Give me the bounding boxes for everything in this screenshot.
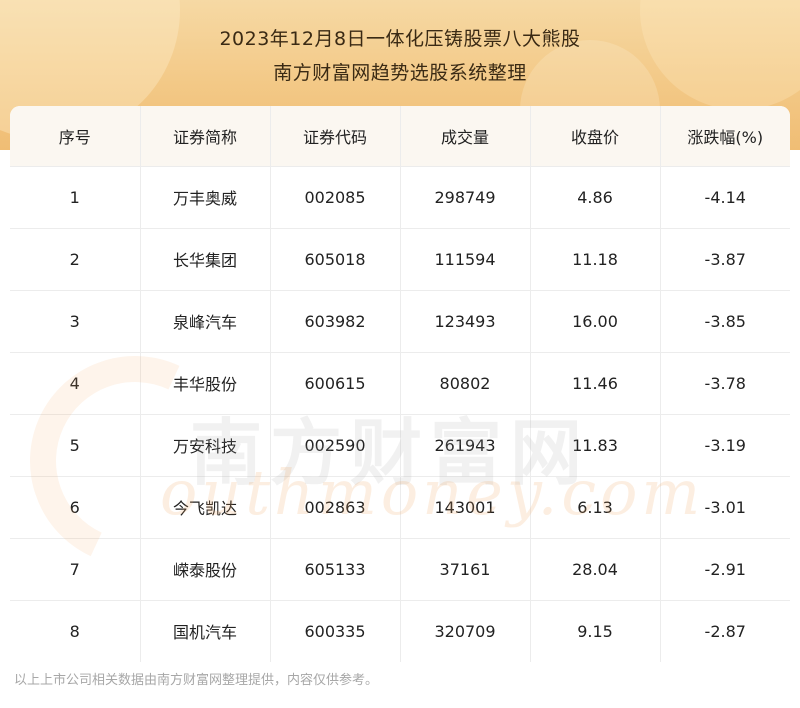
cell-volume: 261943	[400, 414, 531, 477]
page-subtitle: 南方财富网趋势选股系统整理	[273, 62, 527, 84]
cell-volume: 143001	[400, 476, 531, 539]
cell-close: 4.86	[530, 166, 661, 229]
cell-close: 6.13	[530, 476, 661, 539]
cell-index: 4	[10, 352, 141, 415]
cell-volume: 80802	[400, 352, 531, 415]
cell-change: -3.85	[660, 290, 790, 353]
column-header-volume: 成交量	[400, 106, 531, 167]
cell-name: 今飞凯达	[140, 476, 271, 539]
cell-name: 长华集团	[140, 228, 271, 291]
table-row: 3 泉峰汽车 603982 123493 16.00 -3.85	[10, 290, 790, 353]
table-card: 序号 证券简称 证券代码 成交量 收盘价 涨跌幅(%) 1 万丰奥威 00208…	[10, 106, 790, 662]
cell-change: -2.91	[660, 538, 790, 601]
cell-close: 11.83	[530, 414, 661, 477]
column-header-name: 证券简称	[140, 106, 271, 167]
page-title: 2023年12月8日一体化压铸股票八大熊股	[219, 28, 581, 50]
table-row: 8 国机汽车 600335 320709 9.15 -2.87	[10, 600, 790, 662]
column-header-index: 序号	[10, 106, 141, 167]
footer-note: 以上上市公司相关数据由南方财富网整理提供，内容仅供参考。	[14, 673, 379, 688]
column-header-close: 收盘价	[530, 106, 661, 167]
cell-volume: 320709	[400, 600, 531, 662]
table-row: 2 长华集团 605018 111594 11.18 -3.87	[10, 228, 790, 291]
cell-code: 600335	[270, 600, 401, 662]
cell-index: 5	[10, 414, 141, 477]
cell-code: 002863	[270, 476, 401, 539]
table-row: 6 今飞凯达 002863 143001 6.13 -3.01	[10, 476, 790, 539]
column-header-change: 涨跌幅(%)	[660, 106, 790, 167]
cell-code: 002590	[270, 414, 401, 477]
cell-code: 605018	[270, 228, 401, 291]
cell-name: 万丰奥威	[140, 166, 271, 229]
table-row: 1 万丰奥威 002085 298749 4.86 -4.14	[10, 166, 790, 229]
cell-code: 002085	[270, 166, 401, 229]
cell-index: 6	[10, 476, 141, 539]
stock-table: 序号 证券简称 证券代码 成交量 收盘价 涨跌幅(%) 1 万丰奥威 00208…	[10, 106, 790, 662]
cell-code: 603982	[270, 290, 401, 353]
cell-code: 605133	[270, 538, 401, 601]
cell-change: -4.14	[660, 166, 790, 229]
table-row: 5 万安科技 002590 261943 11.83 -3.19	[10, 414, 790, 477]
cell-change: -3.19	[660, 414, 790, 477]
banner-decoration	[640, 0, 800, 110]
cell-index: 7	[10, 538, 141, 601]
cell-close: 28.04	[530, 538, 661, 601]
cell-volume: 37161	[400, 538, 531, 601]
cell-name: 万安科技	[140, 414, 271, 477]
cell-index: 2	[10, 228, 141, 291]
cell-change: -3.01	[660, 476, 790, 539]
cell-name: 泉峰汽车	[140, 290, 271, 353]
cell-volume: 298749	[400, 166, 531, 229]
column-header-code: 证券代码	[270, 106, 401, 167]
cell-close: 11.46	[530, 352, 661, 415]
cell-name: 嵘泰股份	[140, 538, 271, 601]
table-row: 4 丰华股份 600615 80802 11.46 -3.78	[10, 352, 790, 415]
cell-change: -2.87	[660, 600, 790, 662]
cell-index: 8	[10, 600, 141, 662]
cell-change: -3.78	[660, 352, 790, 415]
cell-close: 16.00	[530, 290, 661, 353]
cell-close: 9.15	[530, 600, 661, 662]
cell-code: 600615	[270, 352, 401, 415]
table-row: 7 嵘泰股份 605133 37161 28.04 -2.91	[10, 538, 790, 601]
cell-close: 11.18	[530, 228, 661, 291]
cell-volume: 123493	[400, 290, 531, 353]
cell-volume: 111594	[400, 228, 531, 291]
cell-change: -3.87	[660, 228, 790, 291]
cell-index: 1	[10, 166, 141, 229]
cell-name: 丰华股份	[140, 352, 271, 415]
cell-index: 3	[10, 290, 141, 353]
cell-name: 国机汽车	[140, 600, 271, 662]
table-header-row: 序号 证券简称 证券代码 成交量 收盘价 涨跌幅(%)	[10, 106, 790, 167]
